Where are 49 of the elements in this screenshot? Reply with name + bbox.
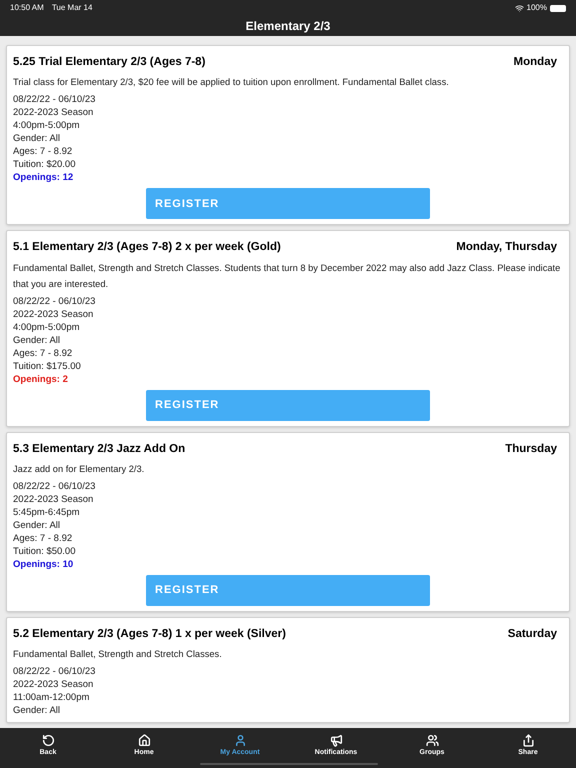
class-days: Thursday xyxy=(505,440,557,458)
class-detail: 08/22/22 - 06/10/23 xyxy=(13,294,96,308)
class-detail: 2022-2023 Season xyxy=(13,492,94,506)
home-icon xyxy=(138,734,150,747)
openings-count: Openings: 12 xyxy=(13,171,74,184)
class-detail: Tuition: $20.00 xyxy=(13,158,76,172)
openings-count: Openings: 2 xyxy=(13,372,69,386)
class-detail: 08/22/22 - 06/10/23 xyxy=(13,93,96,106)
class-description: Trial class for Elementary 2/3, $20 fee will be applied to tuition upon enrollment. Fundamental Ballet class. xyxy=(13,76,450,90)
battery-icon xyxy=(550,4,566,12)
undo-icon xyxy=(42,734,54,747)
class-description: Fundamental Ballet, Strength and Stretch Classes. xyxy=(13,648,223,661)
class-detail: 2022-2023 Season xyxy=(13,106,94,120)
class-detail: Ages: 7 - 8.92 xyxy=(13,346,74,360)
page-title: Elementary 2/3 xyxy=(246,18,330,35)
class-title: 5.1 Elementary 2/3 (Ages 7-8) 2 x per week (Gold) xyxy=(13,240,281,256)
class-detail: Gender: All xyxy=(13,334,61,346)
class-detail: Tuition: $50.00 xyxy=(13,544,76,558)
class-description: Fundamental Ballet, Strength and Stretch Classes. Students that turn 8 by December 2022 may also add Jazz Class. Please indicate that you are interested. xyxy=(13,262,562,291)
battery-percent: 100% xyxy=(526,2,547,14)
class-detail: 08/22/22 - 06/10/23 xyxy=(13,665,96,678)
class-detail: 4:00pm-5:00pm xyxy=(13,119,81,132)
status-date: Tue Mar 14 xyxy=(52,2,92,14)
class-days: Monday, Thursday xyxy=(456,239,557,256)
class-title: 5.3 Elementary 2/3 Jazz Add On xyxy=(13,442,186,456)
class-detail: Tuition: $175.00 xyxy=(13,360,82,372)
people-icon xyxy=(426,734,438,747)
class-detail: Gender: All xyxy=(13,704,61,717)
status-time: 10:50 AM xyxy=(10,2,44,14)
class-detail: Gender: All xyxy=(13,518,61,532)
class-detail: 2022-2023 Season xyxy=(13,678,94,691)
class-days: Monday xyxy=(514,54,557,72)
class-description: Jazz add on for Elementary 2/3. xyxy=(13,462,146,476)
share-icon xyxy=(522,734,534,747)
class-title: 5.25 Trial Elementary 2/3 (Ages 7-8) xyxy=(13,55,206,70)
class-detail: 2022-2023 Season xyxy=(13,308,94,320)
class-detail: Ages: 7 - 8.92 xyxy=(13,532,74,545)
megaphone-icon xyxy=(330,734,342,747)
class-detail: 11:00am-12:00pm xyxy=(13,691,90,704)
class-days: Saturday xyxy=(508,626,557,643)
class-detail: 5:45pm-6:45pm xyxy=(13,506,81,519)
openings-count: Openings: 10 xyxy=(13,558,74,571)
class-detail: 4:00pm-5:00pm xyxy=(13,320,81,334)
wifi-icon xyxy=(514,4,524,12)
person-icon xyxy=(234,734,246,747)
class-detail: Ages: 7 - 8.92 xyxy=(13,145,74,158)
class-detail: Gender: All xyxy=(13,132,61,146)
class-title: 5.2 Elementary 2/3 (Ages 7-8) 1 x per week (Silver) xyxy=(13,626,286,642)
class-detail: 08/22/22 - 06/10/23 xyxy=(13,480,96,493)
